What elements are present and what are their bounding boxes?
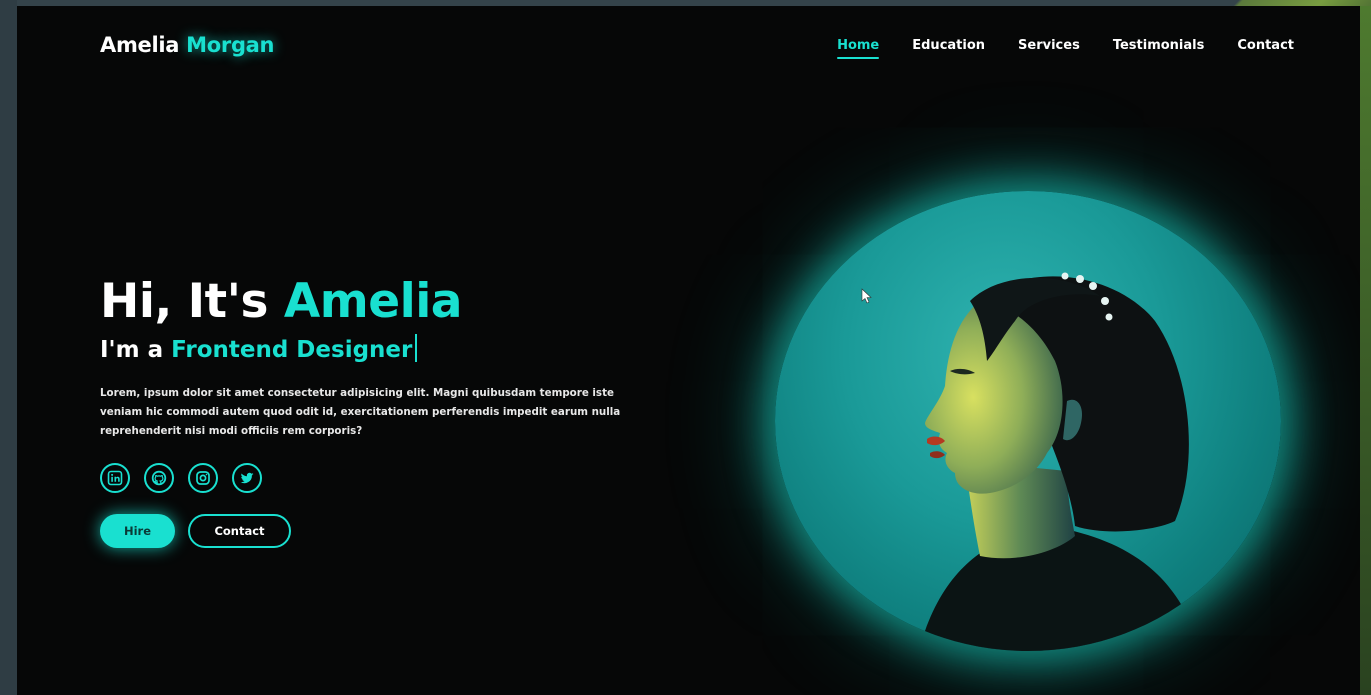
hero-title: Hi, It's Amelia [100,274,660,330]
outer-frame-left [0,0,17,695]
twitter-icon [240,472,254,484]
hero-greeting: Hi, It's [100,274,268,329]
hero-role-prefix: I'm a [100,337,164,363]
hero-description: Lorem, ipsum dolor sit amet consectetur … [100,387,621,437]
site-logo[interactable]: Amelia Morgan [100,33,275,57]
main-nav: Home Education Services Testimonials Con… [837,38,1294,59]
typing-cursor [415,334,418,362]
github-icon [151,470,167,486]
hero-section: Hi, It's Amelia I'm a Frontend Designer … [100,274,660,548]
social-links [100,463,660,493]
hire-button[interactable]: Hire [100,514,175,548]
instagram-icon [196,471,210,485]
twitter-link[interactable] [232,463,262,493]
nav-education[interactable]: Education [912,38,985,57]
nav-services[interactable]: Services [1018,38,1080,57]
site-header: Amelia Morgan Home Education Services Te… [17,6,1360,92]
nav-home[interactable]: Home [837,38,880,59]
instagram-link[interactable] [188,463,218,493]
linkedin-icon [107,470,123,486]
contact-button[interactable]: Contact [188,514,291,548]
portrait-illustration [915,272,1195,651]
hero-subtitle: I'm a Frontend Designer [100,334,660,366]
hero-name: Amelia [283,274,463,329]
mouse-pointer-icon [861,288,872,304]
hero-role: Frontend Designer [171,337,413,363]
outer-frame-right [1360,6,1371,695]
nav-testimonials[interactable]: Testimonials [1113,38,1205,57]
logo-first-name: Amelia [100,33,180,57]
portfolio-page: Amelia Morgan Home Education Services Te… [17,6,1360,695]
nav-contact[interactable]: Contact [1237,38,1294,57]
profile-photo [775,191,1281,651]
logo-last-name: Morgan [186,33,275,57]
linkedin-link[interactable] [100,463,130,493]
hero-buttons: Hire Contact [100,514,660,548]
github-link[interactable] [144,463,174,493]
